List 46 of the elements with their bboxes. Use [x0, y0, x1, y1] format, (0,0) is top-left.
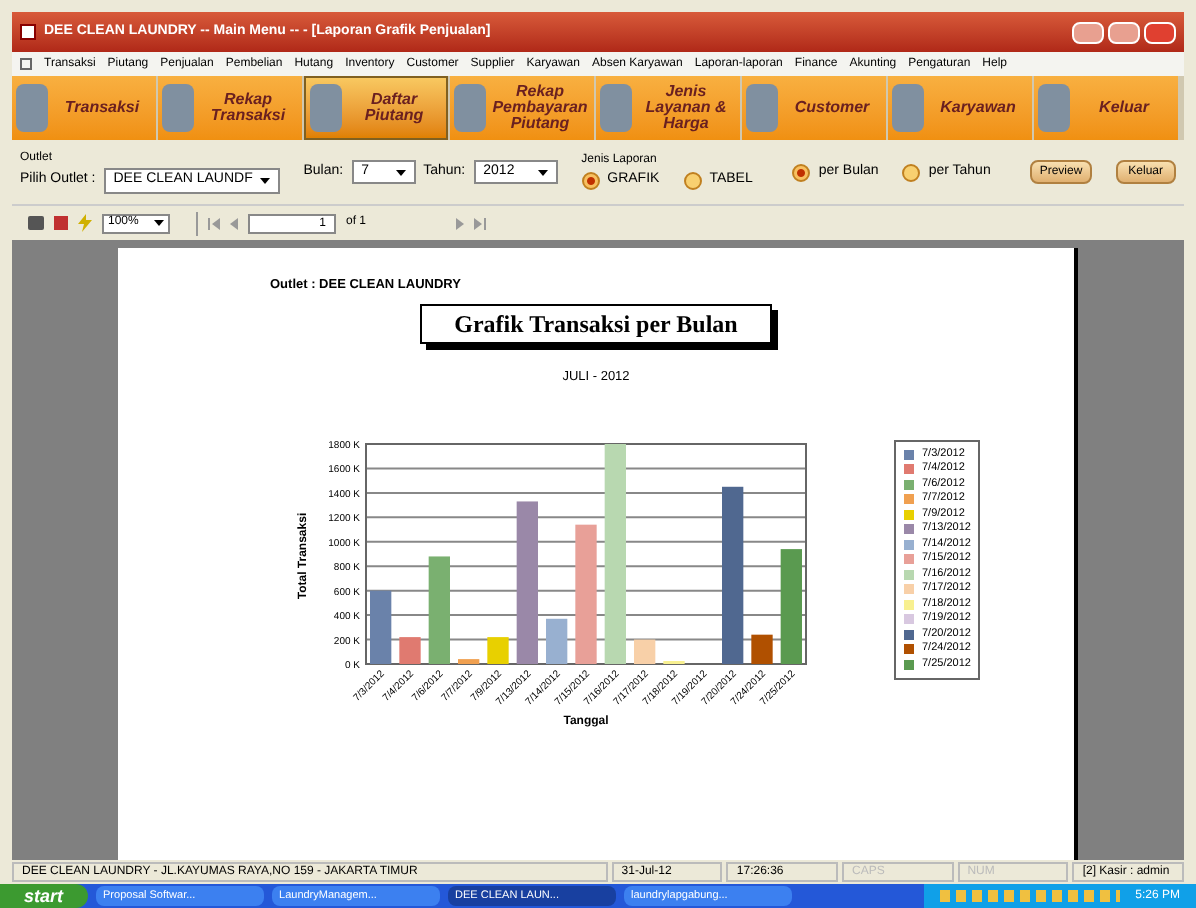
toolbar-button[interactable]: Jenis Layanan & Harga	[596, 76, 740, 140]
next-page-icon[interactable]	[456, 217, 465, 229]
start-button[interactable]: start	[0, 884, 88, 908]
bar	[780, 548, 802, 663]
maximize-button[interactable]	[1108, 21, 1140, 43]
caret-icon	[154, 220, 164, 226]
toolbar-button[interactable]: Daftar Piutang	[304, 76, 448, 140]
toolbar-picture-icon	[746, 84, 778, 132]
toolbar-picture-icon	[1038, 84, 1070, 132]
caret-icon	[259, 178, 270, 184]
toolbar-button[interactable]: Karyawan	[888, 76, 1032, 140]
toolbar-picture-icon	[892, 84, 924, 132]
bar	[399, 636, 421, 663]
first-page-icon[interactable]	[208, 217, 220, 229]
toolbar-button[interactable]: Transaksi	[12, 76, 156, 140]
close-button[interactable]	[1144, 21, 1176, 43]
toolbar-button[interactable]: Rekap Transaksi	[158, 76, 302, 140]
toolbar-button[interactable]: Rekap Pembayaran Piutang	[450, 76, 594, 140]
bar	[428, 555, 450, 663]
last-page-icon[interactable]	[474, 217, 487, 229]
toolbar-picture-icon	[600, 84, 632, 132]
caret-icon	[537, 169, 548, 175]
bar	[458, 658, 480, 663]
toolbar-picture-icon	[16, 84, 48, 132]
bar	[487, 636, 509, 663]
toolbar-picture-icon	[454, 84, 486, 132]
toolbar-button[interactable]: Keluar	[1034, 76, 1178, 140]
radio-button[interactable]	[792, 163, 811, 181]
app-icon	[20, 24, 36, 40]
toolbar-picture-icon	[162, 84, 194, 132]
previous-page-icon[interactable]	[230, 217, 238, 229]
bar	[546, 617, 568, 663]
bar	[370, 589, 392, 663]
caret-icon	[395, 169, 406, 175]
bar	[751, 633, 773, 663]
bar	[575, 523, 597, 663]
minimize-button[interactable]	[1072, 21, 1104, 43]
lightning-icon[interactable]	[78, 214, 92, 232]
toolbar-picture-icon	[310, 84, 342, 132]
radio-button[interactable]	[902, 163, 921, 181]
radio-button[interactable]	[683, 172, 702, 190]
toolbar-button[interactable]: Customer	[742, 76, 886, 140]
app-menu-icon[interactable]	[20, 58, 32, 70]
radio-button[interactable]	[581, 172, 600, 190]
bar	[634, 638, 656, 663]
report-title: Grafik Transaksi per Bulan	[420, 303, 772, 344]
